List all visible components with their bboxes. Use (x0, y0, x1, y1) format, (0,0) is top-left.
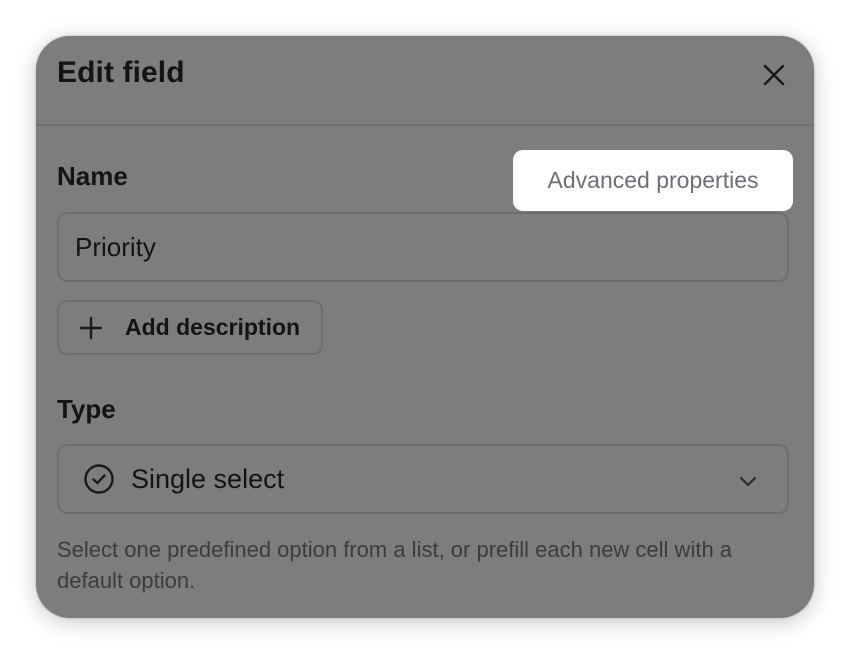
chevron-down-icon (739, 476, 757, 487)
advanced-properties-button[interactable]: Advanced properties (513, 150, 793, 211)
plus-icon (79, 316, 103, 339)
dialog-header: Edit field (36, 36, 814, 126)
field-type-select[interactable]: Single select (57, 444, 789, 514)
field-type-help-text: Select one predefined option from a list… (57, 537, 733, 593)
field-type-value: Single select (131, 463, 285, 494)
type-label: Type (57, 394, 116, 424)
add-description-label: Add description (125, 314, 301, 340)
check-circle-icon (84, 464, 114, 494)
close-icon (763, 64, 785, 86)
add-description-button[interactable]: Add description (57, 300, 323, 355)
edit-field-dialog: Edit field Name Advanced properties Add … (36, 36, 814, 618)
name-input[interactable] (57, 212, 789, 282)
name-label: Name (57, 161, 128, 191)
close-button[interactable] (760, 61, 788, 89)
dialog-title: Edit field (57, 56, 185, 89)
